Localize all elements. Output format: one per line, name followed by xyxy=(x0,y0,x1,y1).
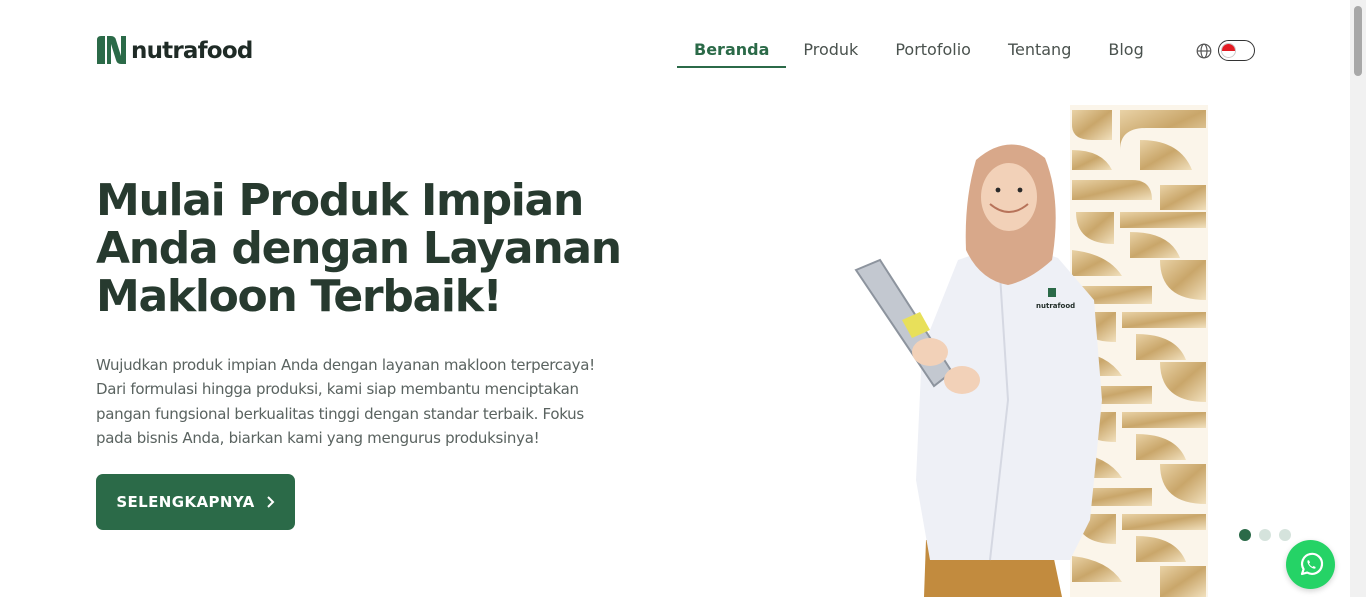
hero-description-line: Wujudkan produk impian Anda dengan layan… xyxy=(96,356,595,374)
nav-item-blog[interactable]: Blog xyxy=(1091,32,1163,68)
hero-description-line: pangan fungsional berkualitas tinggi den… xyxy=(96,404,584,423)
coat-logo-text: nutrafood xyxy=(1036,302,1075,310)
carousel-dots xyxy=(1239,529,1291,541)
carousel-dot[interactable] xyxy=(1279,529,1291,541)
globe-icon xyxy=(1196,43,1212,59)
site-logo[interactable]: nutrafood xyxy=(96,36,253,65)
hero-title-line: Makloon Terbaik! xyxy=(96,271,503,322)
nav-item-produk[interactable]: Produk xyxy=(786,32,878,68)
indonesia-flag-icon xyxy=(1221,43,1236,58)
chevron-right-icon xyxy=(266,496,275,508)
carousel-dot[interactable] xyxy=(1239,529,1251,541)
nutrafood-logo-icon xyxy=(97,36,126,64)
person-figure: nutrafood xyxy=(854,144,1102,597)
hero-description-line: pada bisnis Anda, biarkan kami yang meng… xyxy=(96,428,540,447)
cta-label: SELENGKAPNYA xyxy=(116,493,255,511)
nav-item-beranda[interactable]: Beranda xyxy=(677,32,787,68)
scrollbar-thumb[interactable] xyxy=(1354,6,1362,76)
nav-item-portofolio[interactable]: Portofolio xyxy=(878,32,991,68)
hero-image: nutrafood xyxy=(854,105,1208,597)
hero-description-line: Dari formulasi hingga produksi, kami sia… xyxy=(96,380,579,399)
site-header: nutrafood Beranda Produk Portofolio Tent… xyxy=(0,0,1350,100)
main-nav: Beranda Produk Portofolio Tentang Blog xyxy=(677,32,1164,68)
nav-item-tentang[interactable]: Tentang xyxy=(991,32,1091,68)
whatsapp-icon xyxy=(1300,552,1323,575)
hero-title: Mulai Produk Impian Anda dengan Layanan … xyxy=(96,177,696,321)
selengkapnya-button[interactable]: SELENGKAPNYA xyxy=(96,474,295,530)
language-toggle[interactable] xyxy=(1218,40,1255,61)
brand-name: nutrafood xyxy=(131,37,253,64)
page-scrollbar[interactable] xyxy=(1350,0,1366,597)
hero-title-line: Anda dengan Layanan xyxy=(96,223,622,274)
whatsapp-button[interactable] xyxy=(1286,540,1335,589)
hero-title-line: Mulai Produk Impian xyxy=(96,175,584,226)
carousel-dot[interactable] xyxy=(1259,529,1271,541)
hero-description: Wujudkan produk impian Anda dengan layan… xyxy=(96,353,666,450)
